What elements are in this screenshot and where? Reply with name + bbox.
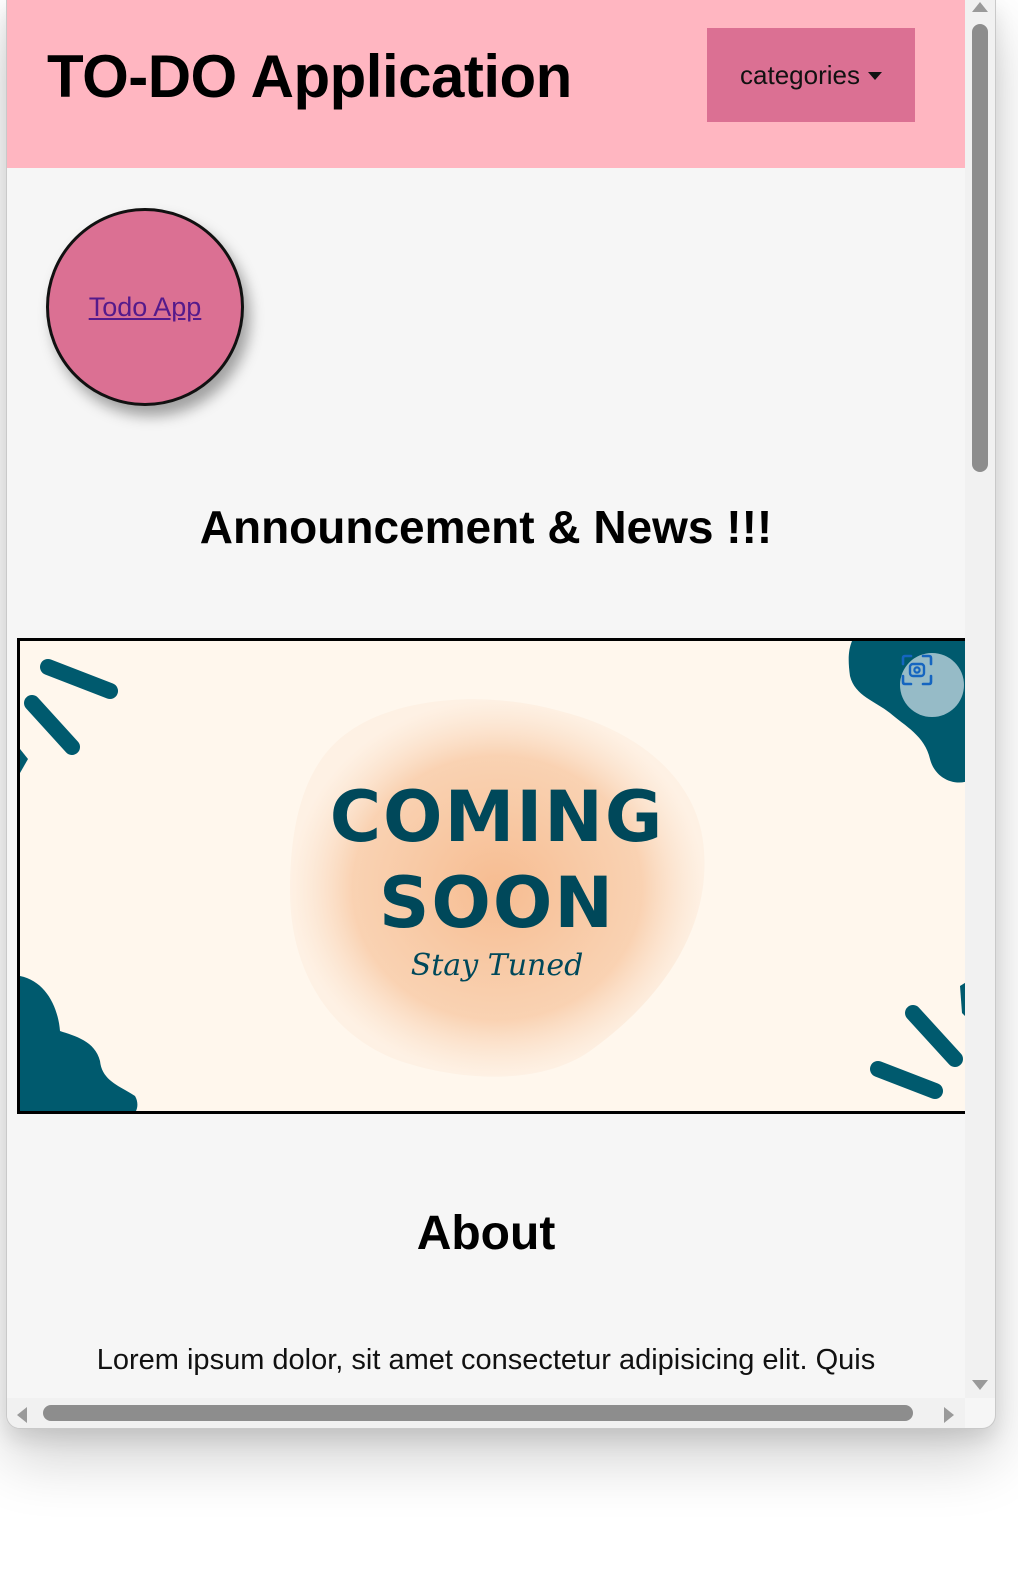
app-header: TO-DO Application categories xyxy=(7,0,965,168)
todo-app-circle[interactable]: Todo App xyxy=(46,208,244,406)
horizontal-scrollbar[interactable] xyxy=(7,1398,965,1428)
todo-app-link[interactable]: Todo App xyxy=(89,292,202,323)
vertical-scrollbar[interactable] xyxy=(965,0,995,1398)
scroll-down-arrow-icon[interactable] xyxy=(972,1380,988,1390)
horizontal-scrollbar-thumb[interactable] xyxy=(43,1405,913,1421)
scroll-right-arrow-icon[interactable] xyxy=(944,1407,954,1423)
decor-stroke xyxy=(40,659,118,699)
app-title: TO-DO Application xyxy=(47,43,572,110)
browser-window: TO-DO Application categories Todo App An… xyxy=(6,0,996,1429)
about-heading: About xyxy=(416,1207,556,1260)
page-viewport: TO-DO Application categories Todo App An… xyxy=(7,0,965,1398)
vertical-scrollbar-thumb[interactable] xyxy=(972,24,988,472)
categories-label: categories xyxy=(740,59,860,90)
coming-soon-banner: COMING SOON Stay Tuned xyxy=(17,638,965,1114)
decor-shape xyxy=(20,749,28,773)
decor-corner-blob xyxy=(20,976,138,1111)
about-paragraph: Lorem ipsum dolor, sit amet consectetur … xyxy=(96,1344,876,1376)
coming-soon-illustration: COMING SOON Stay Tuned xyxy=(20,641,965,1111)
news-heading: Announcement & News !!! xyxy=(199,501,773,553)
categories-dropdown-button[interactable]: categories xyxy=(707,28,915,122)
visual-search-icon[interactable] xyxy=(900,653,964,717)
banner-headline-2: SOON xyxy=(379,862,615,944)
banner-tagline: Stay Tuned xyxy=(411,948,584,983)
caret-down-icon xyxy=(867,72,882,80)
decor-stroke xyxy=(24,695,80,755)
decor-stroke xyxy=(905,1005,963,1067)
scroll-left-arrow-icon[interactable] xyxy=(17,1407,27,1423)
decor-stroke xyxy=(870,1061,943,1099)
banner-headline-1: COMING xyxy=(330,776,665,858)
scroll-up-arrow-icon[interactable] xyxy=(972,2,988,12)
